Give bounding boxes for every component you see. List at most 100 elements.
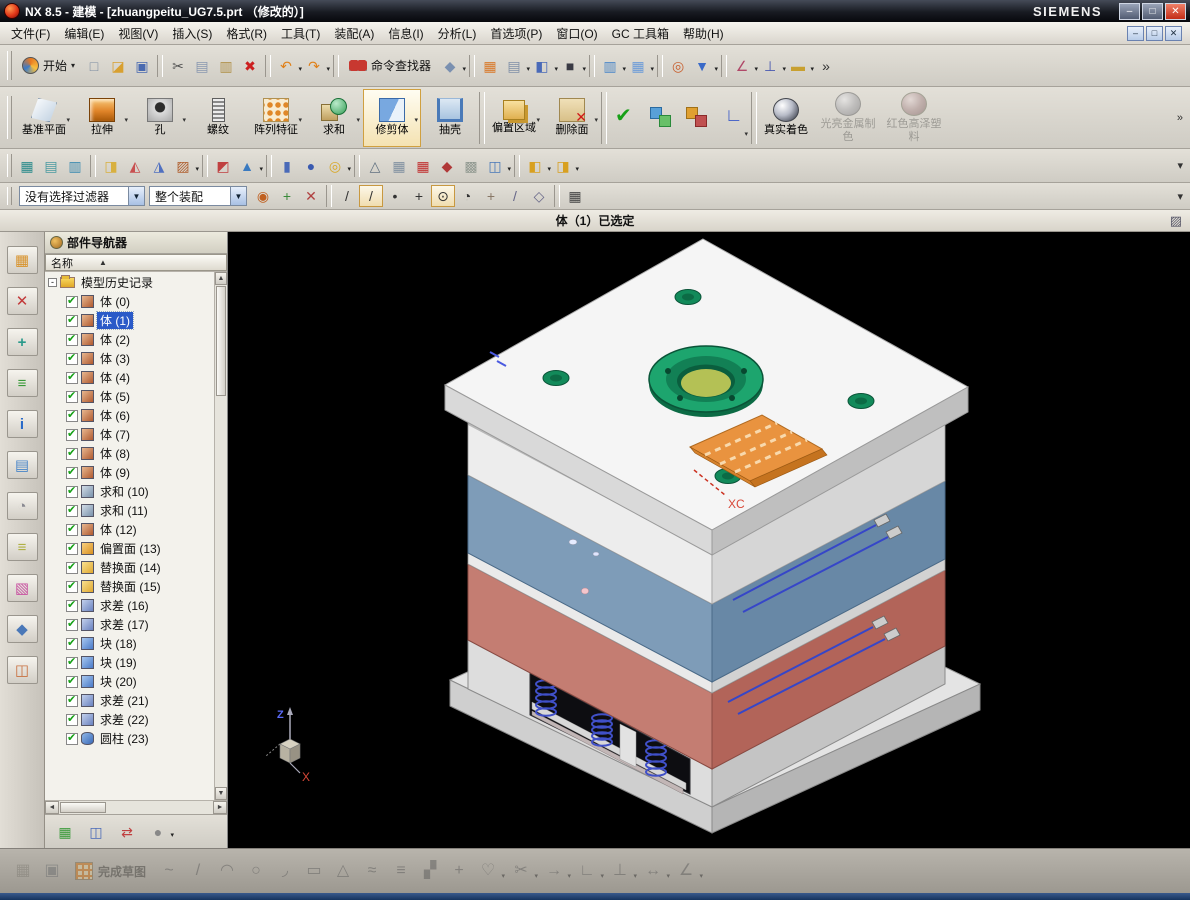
triangle-mesh-icon[interactable]: △ xyxy=(363,155,387,177)
finish-sketch-button[interactable]: 完成草图 xyxy=(68,859,153,883)
start-button[interactable]: 开始 ▾ xyxy=(15,54,82,77)
redo-icon[interactable]: ↷ xyxy=(302,55,326,77)
dimension-icon[interactable]: ↔ xyxy=(640,858,666,884)
separator[interactable] xyxy=(326,185,332,207)
scroll-up-icon[interactable]: ▲ xyxy=(215,272,227,285)
separator[interactable] xyxy=(589,55,595,77)
tool-hammer-icon[interactable]: ◆ xyxy=(435,155,459,177)
constraint-navigator-icon[interactable]: ✕ xyxy=(7,287,38,315)
circle-icon[interactable]: ○ xyxy=(243,858,269,884)
csys-button[interactable] xyxy=(715,89,751,147)
tree-item-body-8[interactable]: 体 (8) xyxy=(45,444,214,463)
sketch-icon[interactable]: ▥ xyxy=(63,155,87,177)
column-name-header[interactable]: 名称 ▲ xyxy=(45,254,227,271)
checkbox-icon[interactable] xyxy=(66,391,78,403)
sphere-tool-icon[interactable]: ● xyxy=(299,155,323,177)
checkbox-icon[interactable] xyxy=(66,524,78,536)
mini-tools-button[interactable] xyxy=(643,89,679,147)
tree-item-body-3[interactable]: 体 (3) xyxy=(45,349,214,368)
snap-clear-icon[interactable]: ✕ xyxy=(299,185,323,207)
collapse-icon[interactable] xyxy=(48,278,57,287)
window-display-icon[interactable]: ▦ xyxy=(626,55,650,77)
toolbar-overflow-icon[interactable]: » xyxy=(814,55,838,77)
toolbar-grip[interactable] xyxy=(7,154,12,177)
tree-item-block-19[interactable]: 块 (19) xyxy=(45,653,214,672)
selection-filter-icon[interactable]: ▼ xyxy=(690,55,714,77)
cut-icon[interactable]: ✂ xyxy=(166,55,190,77)
tree-item-block-20[interactable]: 块 (20) xyxy=(45,672,214,691)
tree-item-body-5[interactable]: 体 (5) xyxy=(45,387,214,406)
datum-plane-button[interactable]: 基准平面 xyxy=(15,89,73,147)
doc-restore-button[interactable]: □ xyxy=(1146,26,1163,41)
tree-item-cylinder-23[interactable]: 圆柱 (23) xyxy=(45,729,214,748)
tree-root-model-history[interactable]: 模型历史记录 xyxy=(45,273,214,292)
layer-copy-icon[interactable]: ◫ xyxy=(84,821,108,843)
separator[interactable] xyxy=(157,55,163,77)
tree-item-body-4[interactable]: 体 (4) xyxy=(45,368,214,387)
palette-icon[interactable]: ▧ xyxy=(7,574,38,602)
separator[interactable] xyxy=(333,55,339,77)
sync-modeling-icon[interactable]: ◩ xyxy=(211,155,235,177)
checkbox-icon[interactable] xyxy=(66,334,78,346)
tree-item-subtract-21[interactable]: 求差 (21) xyxy=(45,691,214,710)
snap-point-on-surface-icon[interactable]: ◇ xyxy=(527,185,551,207)
checkbox-icon[interactable] xyxy=(66,733,78,745)
polygon-icon[interactable]: △ xyxy=(330,858,356,884)
separator[interactable] xyxy=(265,55,271,77)
menu-item[interactable]: 文件(F) xyxy=(4,22,57,45)
checkbox-icon[interactable] xyxy=(66,505,78,517)
rectangle-icon[interactable]: ▭ xyxy=(301,858,327,884)
layers-icon[interactable]: ≡ xyxy=(7,369,38,397)
toolbar-overflow-icon[interactable]: ▾ xyxy=(1174,190,1186,203)
menu-item[interactable]: GC 工具箱 xyxy=(605,22,676,45)
offset-curve-icon[interactable]: ≡ xyxy=(388,858,414,884)
artistic-spline-icon[interactable]: ♡ xyxy=(475,858,501,884)
save-icon[interactable]: ▣ xyxy=(130,55,154,77)
tree-item-subtract-22[interactable]: 求差 (22) xyxy=(45,710,214,729)
trim-icon[interactable]: ✂ xyxy=(508,858,534,884)
menu-item[interactable]: 编辑(E) xyxy=(57,22,111,45)
checkbox-icon[interactable] xyxy=(66,372,78,384)
snap-point-on-curve-icon[interactable]: / xyxy=(503,185,527,207)
grid-snap-icon[interactable]: ▦ xyxy=(563,185,587,207)
roles-icon[interactable]: ◎ xyxy=(666,55,690,77)
checkbox-icon[interactable] xyxy=(66,619,78,631)
instance-library-icon[interactable]: ◨ xyxy=(99,155,123,177)
new-window-icon[interactable]: ▥ xyxy=(598,55,622,77)
tree-item-body-2[interactable]: 体 (2) xyxy=(45,330,214,349)
tree-item-body-1[interactable]: 体 (1) xyxy=(45,311,214,330)
scroll-right-icon[interactable]: ► xyxy=(213,801,227,814)
datum-plane-small-icon[interactable]: ▤ xyxy=(39,155,63,177)
ruler-icon[interactable]: ▬ xyxy=(786,55,810,77)
graphics-viewport[interactable]: XC Z X xyxy=(228,232,1190,848)
measure-angle-icon[interactable]: ∠ xyxy=(730,55,754,77)
red-plastic-button[interactable]: 红色高泽塑料 xyxy=(881,89,947,147)
separator[interactable] xyxy=(469,55,475,77)
close-button[interactable]: ✕ xyxy=(1165,3,1186,20)
checkbox-icon[interactable] xyxy=(66,410,78,422)
sketch-grid-icon[interactable]: ▦ xyxy=(10,858,36,884)
arc-icon[interactable]: ◠ xyxy=(214,858,240,884)
tree-item-block-18[interactable]: 块 (18) xyxy=(45,634,214,653)
toolbar-grip[interactable] xyxy=(7,96,12,139)
dialog-rail-icon[interactable]: ▨ xyxy=(1170,213,1190,229)
selection-scope-dropdown[interactable]: 整个装配 ▼ xyxy=(149,186,247,206)
part-navigator-icon[interactable]: + xyxy=(7,328,38,356)
pattern-face-icon[interactable]: ▨ xyxy=(171,155,195,177)
toolbar-overflow-icon[interactable]: ▾ xyxy=(1174,159,1186,172)
shell-button[interactable]: 抽壳 xyxy=(421,89,479,147)
assembly-navigator-icon[interactable]: ▦ xyxy=(7,246,38,274)
checkbox-icon[interactable] xyxy=(66,638,78,650)
fillet-icon[interactable]: ◞ xyxy=(272,858,298,884)
menu-item[interactable]: 装配(A) xyxy=(327,22,381,45)
separator[interactable] xyxy=(657,55,663,77)
checkbox-icon[interactable] xyxy=(66,657,78,669)
show-constraints-icon[interactable]: ∠ xyxy=(673,858,699,884)
tree-item-unite-11[interactable]: 求和 (11) xyxy=(45,501,214,520)
scroll-left-icon[interactable]: ◄ xyxy=(45,801,59,814)
toolbar-overflow-icon[interactable]: » xyxy=(1174,112,1186,124)
tree-item-subtract-16[interactable]: 求差 (16) xyxy=(45,596,214,615)
corner-icon[interactable]: ∟ xyxy=(574,858,600,884)
mini-tools-2-button[interactable] xyxy=(679,89,715,147)
snap-magnet-icon[interactable]: ◉ xyxy=(251,185,275,207)
